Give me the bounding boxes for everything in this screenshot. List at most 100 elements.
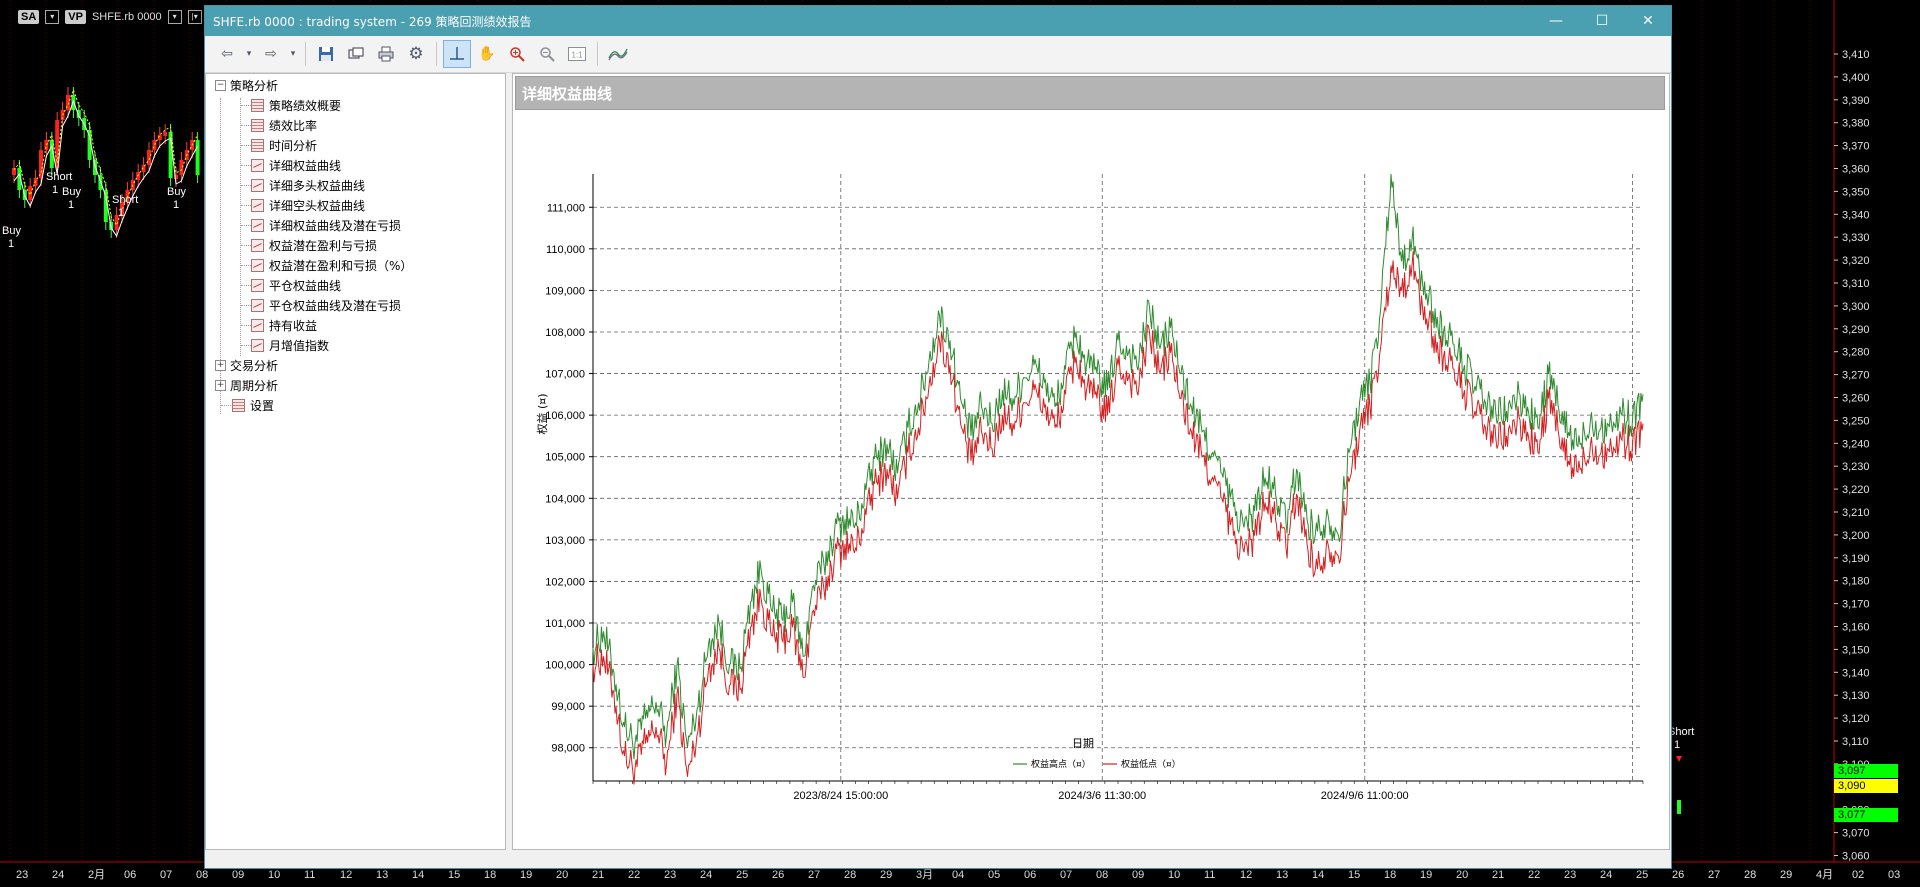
mode-dropdown-icon[interactable]: ▾ [45, 10, 60, 24]
indicator-icon[interactable]: |▾ [187, 10, 202, 24]
zoom-in-icon[interactable] [503, 40, 531, 68]
y-tick-label: 110,000 [546, 244, 585, 256]
tree-node-label: 权益潜在盈利与亏损 [269, 238, 378, 253]
bg-time-label: 22 [1528, 869, 1540, 881]
bg-price-label: 3,260 [1842, 393, 1870, 405]
bg-candle [12, 168, 16, 175]
close-icon[interactable]: ✕ [1625, 6, 1671, 36]
symbol-dropdown-icon[interactable]: ▾ [167, 10, 182, 24]
tree-node-9[interactable]: 权益潜在盈利和亏损（%） [251, 255, 412, 275]
expand-icon[interactable]: + [215, 379, 226, 391]
chart-report-icon [251, 178, 264, 192]
zoom-reset-icon[interactable]: 1:1 [563, 40, 591, 68]
toolbar-divider [305, 42, 306, 66]
bg-time-label: 28 [1744, 869, 1756, 881]
legend-label: 权益高点（¤） [1031, 758, 1091, 770]
bg-candle [179, 160, 184, 175]
tree-node-6[interactable]: 详细空头权益曲线 [251, 195, 365, 215]
legend-label: 权益低点（¤） [1121, 758, 1181, 770]
maximize-icon[interactable]: ☐ [1579, 6, 1625, 36]
tree-node-1[interactable]: 策略绩效概要 [251, 95, 341, 115]
vp-chip[interactable]: VP [65, 10, 86, 24]
crosshair-icon[interactable] [443, 40, 471, 68]
equity-series [592, 173, 1644, 785]
tree-node-4[interactable]: 详细权益曲线 [251, 155, 341, 175]
bg-price-label: 3,130 [1842, 690, 1870, 702]
bg-time-label: 15 [1348, 869, 1360, 881]
save-icon[interactable] [312, 40, 340, 68]
tree-node-10[interactable]: 平仓权益曲线 [251, 275, 341, 295]
equity-y-axis: 111,000 110,000 109,000 108,000 107,000 106,0… [545, 202, 593, 755]
bg-time-label: 29 [880, 869, 892, 881]
bg-price-label: 3,200 [1842, 530, 1870, 542]
chart-style-icon[interactable] [604, 40, 632, 68]
tree-node-11[interactable]: 平仓权益曲线及潜在亏损 [251, 295, 401, 315]
expand-icon[interactable]: + [215, 359, 226, 371]
bg-time-label: 05 [988, 869, 1000, 881]
tree-node-13[interactable]: 月增值指数 [251, 335, 329, 355]
bg-signal-label: Short [46, 171, 72, 183]
print-icon[interactable] [372, 40, 400, 68]
forward-dropdown-icon[interactable]: ▾ [287, 40, 299, 68]
series-line-1 [592, 173, 1644, 760]
bg-time-label: 02 [1852, 869, 1864, 881]
tree-connector [241, 185, 251, 186]
tree-node-trade-analysis[interactable]: + 交易分析 [215, 355, 278, 375]
bg-candle [195, 140, 200, 175]
tree-node-strategy-analysis[interactable]: − 策略分析 [215, 75, 278, 95]
collapse-icon[interactable]: − [215, 79, 226, 91]
bg-signal-qty: 1 [1674, 739, 1680, 751]
bg-price-label: 3,160 [1842, 622, 1870, 634]
zoom-out-icon[interactable] [533, 40, 561, 68]
report-content: 详细权益曲线 111,000 110,000 109,000 108,000 107,0… [512, 73, 1670, 850]
bg-price-label: 3,120 [1842, 713, 1870, 725]
tree-connector [241, 345, 251, 346]
tree-node-5[interactable]: 详细多头权益曲线 [251, 175, 365, 195]
chart-report-icon [251, 318, 264, 332]
tree-node-label: 平仓权益曲线及潜在亏损 [269, 298, 402, 313]
bg-time-label: 28 [844, 869, 856, 881]
chart-report-icon [251, 158, 264, 172]
y-tick-label: 106,000 [545, 410, 585, 422]
tree-node-2[interactable]: 绩效比率 [251, 115, 317, 135]
tree-node-settings[interactable]: 设置 [232, 395, 274, 415]
toolbar-divider [597, 42, 598, 66]
chart-report-icon [251, 338, 264, 352]
bg-price-label: 3,390 [1842, 95, 1870, 107]
settings-icon[interactable]: ⚙ [402, 40, 430, 68]
bg-price-label: 3,280 [1842, 347, 1870, 359]
tree-node-8[interactable]: 权益潜在盈利与亏损 [251, 235, 377, 255]
y-tick-label: 105,000 [545, 452, 585, 464]
table-report-icon [232, 398, 245, 412]
price-tag-1: 3,097 [1834, 764, 1898, 778]
tree-node-label: 周期分析 [230, 378, 279, 393]
bg-price-label: 3,110 [1842, 736, 1869, 748]
tree-node-period-analysis[interactable]: + 周期分析 [215, 375, 278, 395]
bg-time-label: 07 [160, 869, 172, 881]
toolbar-divider [436, 42, 437, 66]
bg-price-label: 3,320 [1842, 255, 1870, 267]
minimize-icon[interactable]: — [1533, 6, 1579, 36]
bg-time-label: 26 [772, 869, 784, 881]
mode-chip[interactable]: SA [18, 10, 40, 24]
price-tag-2: 3,090 [1834, 779, 1898, 793]
back-dropdown-icon[interactable]: ▾ [243, 40, 255, 68]
table-report-icon [251, 98, 264, 112]
copy-icon[interactable] [342, 40, 370, 68]
y-tick-label: 108,000 [545, 327, 585, 339]
equity-curve-chart: 111,000 110,000 109,000 108,000 107,000 106,0… [535, 173, 1644, 802]
y-tick-label: 104,000 [545, 493, 585, 505]
bg-price-label: 3,340 [1842, 209, 1870, 221]
window-title-bar[interactable]: SHFE.rb 0000 : trading system - 269 策略回测… [205, 6, 1671, 36]
chart-report-icon [251, 238, 264, 252]
hand-icon[interactable]: ✋ [473, 40, 501, 68]
forward-icon[interactable]: ⇨ [257, 40, 285, 68]
tree-node-3[interactable]: 时间分析 [251, 135, 317, 155]
bg-price-label: 3,230 [1842, 461, 1870, 473]
back-icon[interactable]: ⇦ [213, 40, 241, 68]
tree-node-7[interactable]: 详细权益曲线及潜在亏损 [251, 215, 401, 235]
bg-time-label: 14 [412, 869, 424, 881]
bg-time-label: 20 [1456, 869, 1468, 881]
report-toolbar: ⇦ ▾ ⇨ ▾ ⚙ ✋ 1:1 [205, 36, 1671, 73]
tree-node-12[interactable]: 持有收益 [251, 315, 317, 335]
